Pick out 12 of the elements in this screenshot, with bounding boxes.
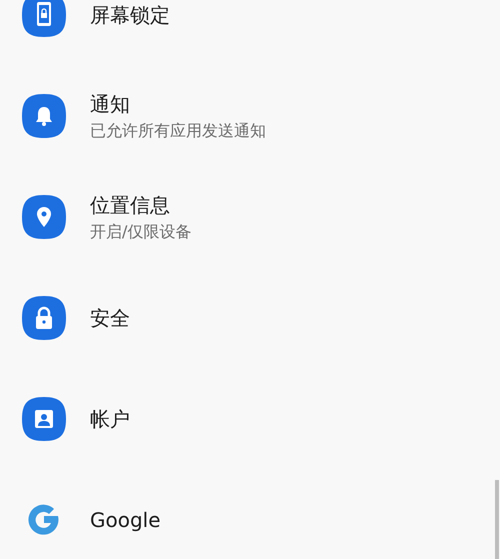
- setting-title[interactable]: 帐户: [90, 406, 130, 432]
- location-pin-icon: [22, 194, 66, 238]
- setting-summary: 已允许所有应用发送通知: [90, 120, 266, 140]
- lock-icon: [22, 296, 66, 340]
- setting-title[interactable]: 通知: [90, 90, 266, 116]
- bell-icon: [22, 94, 66, 138]
- account-icon: [22, 396, 66, 440]
- setting-title[interactable]: 位置信息: [90, 192, 192, 218]
- setting-title[interactable]: 屏幕锁定: [90, 2, 170, 28]
- setting-title[interactable]: Google: [90, 506, 161, 532]
- setting-summary: 开启/仅限设备: [90, 222, 192, 242]
- setting-title[interactable]: 安全: [90, 304, 130, 330]
